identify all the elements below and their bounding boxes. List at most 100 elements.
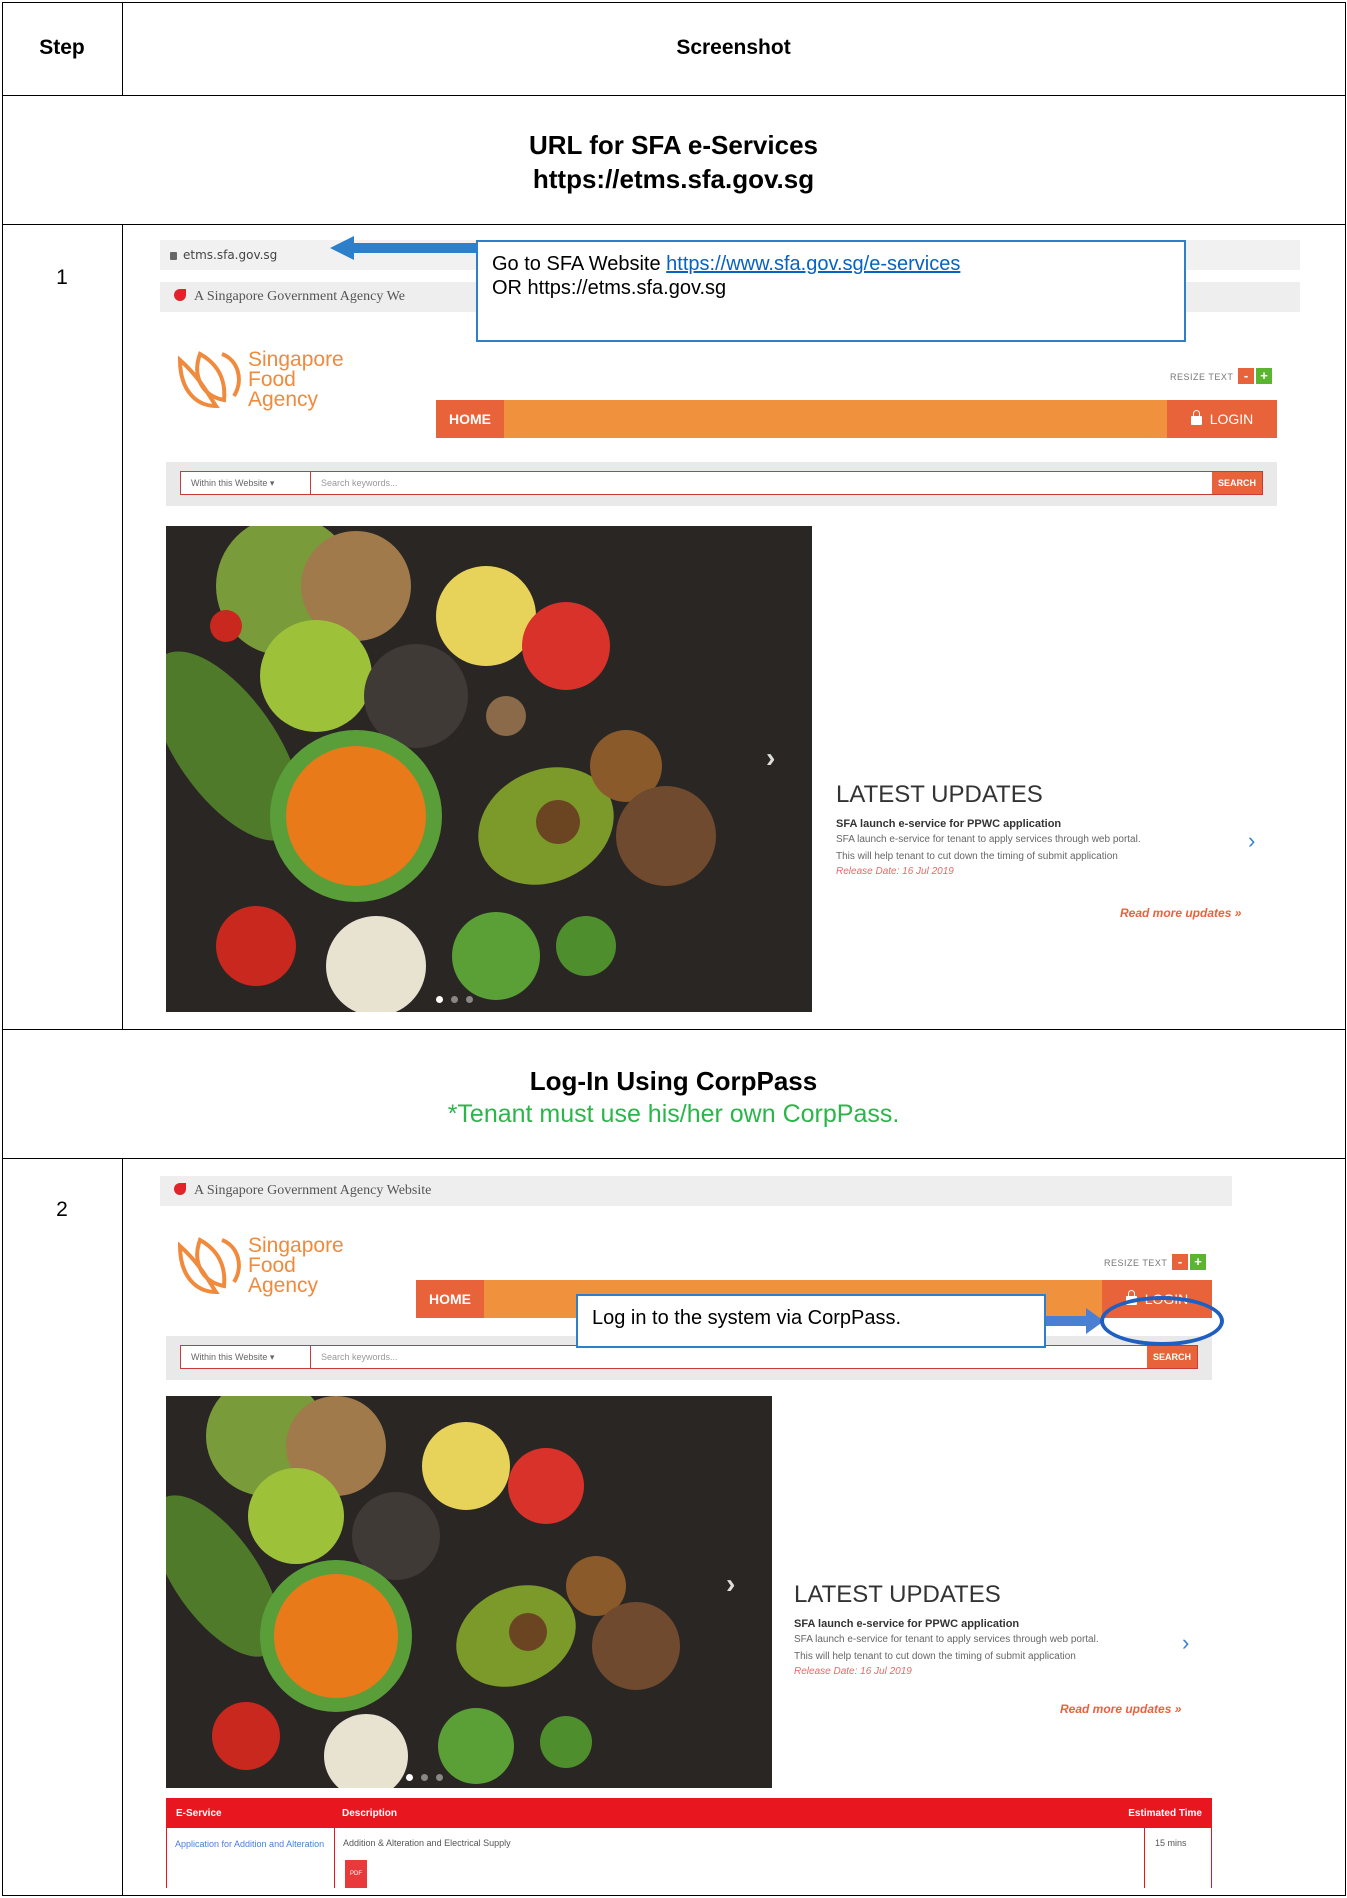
column-header: Estimated Time (1128, 1808, 1202, 1819)
search-button[interactable]: SEARCH (1147, 1346, 1197, 1368)
eservice-table-header: E-Service Description Estimated Time (166, 1798, 1212, 1828)
nav-home-link[interactable]: HOME (416, 1280, 484, 1318)
text-smaller-button[interactable]: - (1172, 1254, 1188, 1270)
lock-icon (170, 252, 177, 260)
logo-text: Singapore Food Agency (248, 1235, 344, 1297)
callout-box: Log in to the system via CorpPass. (576, 1294, 1046, 1348)
slider-dots (406, 1768, 451, 1786)
instruction-table: Step Screenshot URL for SFA e-Services h… (0, 0, 1347, 1898)
table-border (2, 2, 1345, 3)
gov-banner-text: A Singapore Government Agency We (194, 289, 405, 304)
callout-line: OR https://etms.sfa.gov.sg (492, 277, 727, 299)
slider-dot[interactable] (421, 1774, 428, 1781)
lion-head-icon (174, 1183, 186, 1195)
read-more-link[interactable]: Read more updates » (1120, 906, 1241, 920)
chevron-right-icon[interactable]: › (726, 1568, 735, 1600)
table-row: Application for Addition and Alteration … (166, 1828, 1212, 1888)
update-date: Release Date: 16 Jul 2019 (794, 1666, 912, 1677)
step-column-header: Step (39, 36, 85, 59)
logo-line: Agency (248, 1274, 319, 1297)
leaf-logo-icon (177, 351, 241, 409)
gov-banner-text: A Singapore Government Agency Website (194, 1183, 432, 1198)
sfa-eservices-link[interactable]: https://www.sfa.gov.sg/e-services (666, 253, 960, 275)
slider-dot[interactable] (406, 1774, 413, 1781)
table-border (2, 1158, 1345, 1159)
read-more-link[interactable]: Read more updates » (1060, 1702, 1181, 1716)
food-photo (166, 1396, 680, 1788)
logo-line: Agency (248, 388, 319, 411)
time-text: 15 mins (1155, 1838, 1187, 1848)
update-line: This will help tenant to cut down the ti… (794, 1651, 1076, 1662)
slider-dot[interactable] (466, 996, 473, 1003)
logo-line: Food (248, 368, 296, 391)
section-url: https://etms.sfa.gov.sg (532, 164, 815, 194)
column-header: Description (342, 1808, 398, 1819)
table-border (122, 1158, 123, 1896)
website-screenshot: etms.sfa.gov.sg A Singapore Government A… (160, 240, 1300, 1020)
logo-line: Singapore (248, 348, 344, 371)
updates-title: LATEST UPDATES (836, 781, 1043, 808)
search-button[interactable]: SEARCH (1212, 472, 1262, 494)
update-headline[interactable]: SFA launch e-service for PPWC applicatio… (794, 1618, 1194, 1630)
padlock-icon (1190, 410, 1202, 425)
search-box: Within this Website ▾ Search keywords...… (180, 1345, 1198, 1369)
search-input[interactable]: Search keywords... (321, 1346, 398, 1368)
arrow-icon (330, 236, 490, 260)
pdf-icon[interactable]: PDF (345, 1860, 367, 1888)
callout-text: Log in to the system via CorpPass. (592, 1307, 902, 1329)
update-line: This will help tenant to cut down the ti… (836, 851, 1118, 862)
chevron-right-icon[interactable]: › (766, 742, 775, 774)
sfa-logo[interactable]: Singapore Food Agency (172, 1235, 392, 1298)
description-text: Addition & Alteration and Electrical Sup… (343, 1838, 511, 1848)
service-cell: Application for Addition and Alteration (167, 1828, 335, 1888)
callout-line: Go to SFA Website https://www.sfa.gov.sg… (492, 252, 1170, 276)
slider-dots (436, 990, 481, 1008)
update-line: SFA launch e-service for tenant to apply… (794, 1634, 1099, 1645)
sfa-logo[interactable]: Singapore Food Agency (172, 348, 392, 412)
updates-title: LATEST UPDATES (794, 1581, 1001, 1608)
table-border (2, 95, 1345, 96)
nav-home-link[interactable]: HOME (436, 400, 504, 438)
slider-dot[interactable] (451, 996, 458, 1003)
callout-text: Go to SFA Website (492, 253, 667, 275)
chevron-right-icon[interactable]: › (1182, 1630, 1189, 1656)
search-scope-value: Within this Website (191, 478, 268, 488)
text-smaller-button[interactable]: - (1238, 368, 1254, 384)
table-border (1345, 2, 1346, 1896)
update-line: SFA launch e-service for tenant to apply… (836, 834, 1141, 845)
table-border (2, 1029, 1345, 1030)
callout-box: Go to SFA Website https://www.sfa.gov.sg… (476, 240, 1186, 342)
search-scope-select[interactable]: Within this Website ▾ (181, 472, 311, 494)
address-url: etms.sfa.gov.sg (183, 248, 278, 262)
table-border (2, 1895, 1345, 1896)
section-note: *Tenant must use his/her own CorpPass. (447, 1100, 900, 1128)
step-number: 2 (56, 1198, 68, 1221)
eservice-table: E-Service Description Estimated Time App… (166, 1798, 1212, 1888)
screenshot-column-header: Screenshot (676, 36, 791, 59)
table-border (122, 224, 123, 1029)
table-border (2, 224, 1345, 225)
gov-banner: A Singapore Government Agency Website (160, 1176, 1232, 1206)
section-title: Log-In Using CorpPass (529, 1066, 818, 1096)
search-input[interactable]: Search keywords... (321, 472, 398, 494)
chevron-right-icon[interactable]: › (1248, 828, 1255, 854)
main-nav: HOME LOGIN (436, 400, 1277, 438)
resize-text-label: RESIZE TEXT (1104, 1258, 1168, 1268)
service-link[interactable]: Application for Addition and Alteration (175, 1838, 325, 1851)
latest-updates: LATEST UPDATES SFA launch e-service for … (794, 1580, 1194, 1677)
text-larger-button[interactable]: + (1190, 1254, 1206, 1270)
slider-dot[interactable] (436, 1774, 443, 1781)
login-highlight-ring (1100, 1296, 1224, 1346)
section-title: URL for SFA e-Services (529, 130, 818, 160)
search-scope-value: Within this Website (191, 1352, 268, 1362)
website-screenshot: A Singapore Government Agency Website Si… (160, 1176, 1300, 1888)
description-cell: Addition & Alteration and Electrical Sup… (335, 1828, 1145, 1888)
search-scope-select[interactable]: Within this Website ▾ (181, 1346, 311, 1368)
arrow-icon (1046, 1308, 1104, 1334)
leaf-logo-icon (177, 1237, 241, 1295)
hero-food-image: › (166, 1396, 772, 1788)
text-larger-button[interactable]: + (1256, 368, 1272, 384)
update-headline[interactable]: SFA launch e-service for PPWC applicatio… (836, 818, 1266, 830)
login-button[interactable]: LOGIN (1167, 400, 1277, 438)
slider-dot[interactable] (436, 996, 443, 1003)
